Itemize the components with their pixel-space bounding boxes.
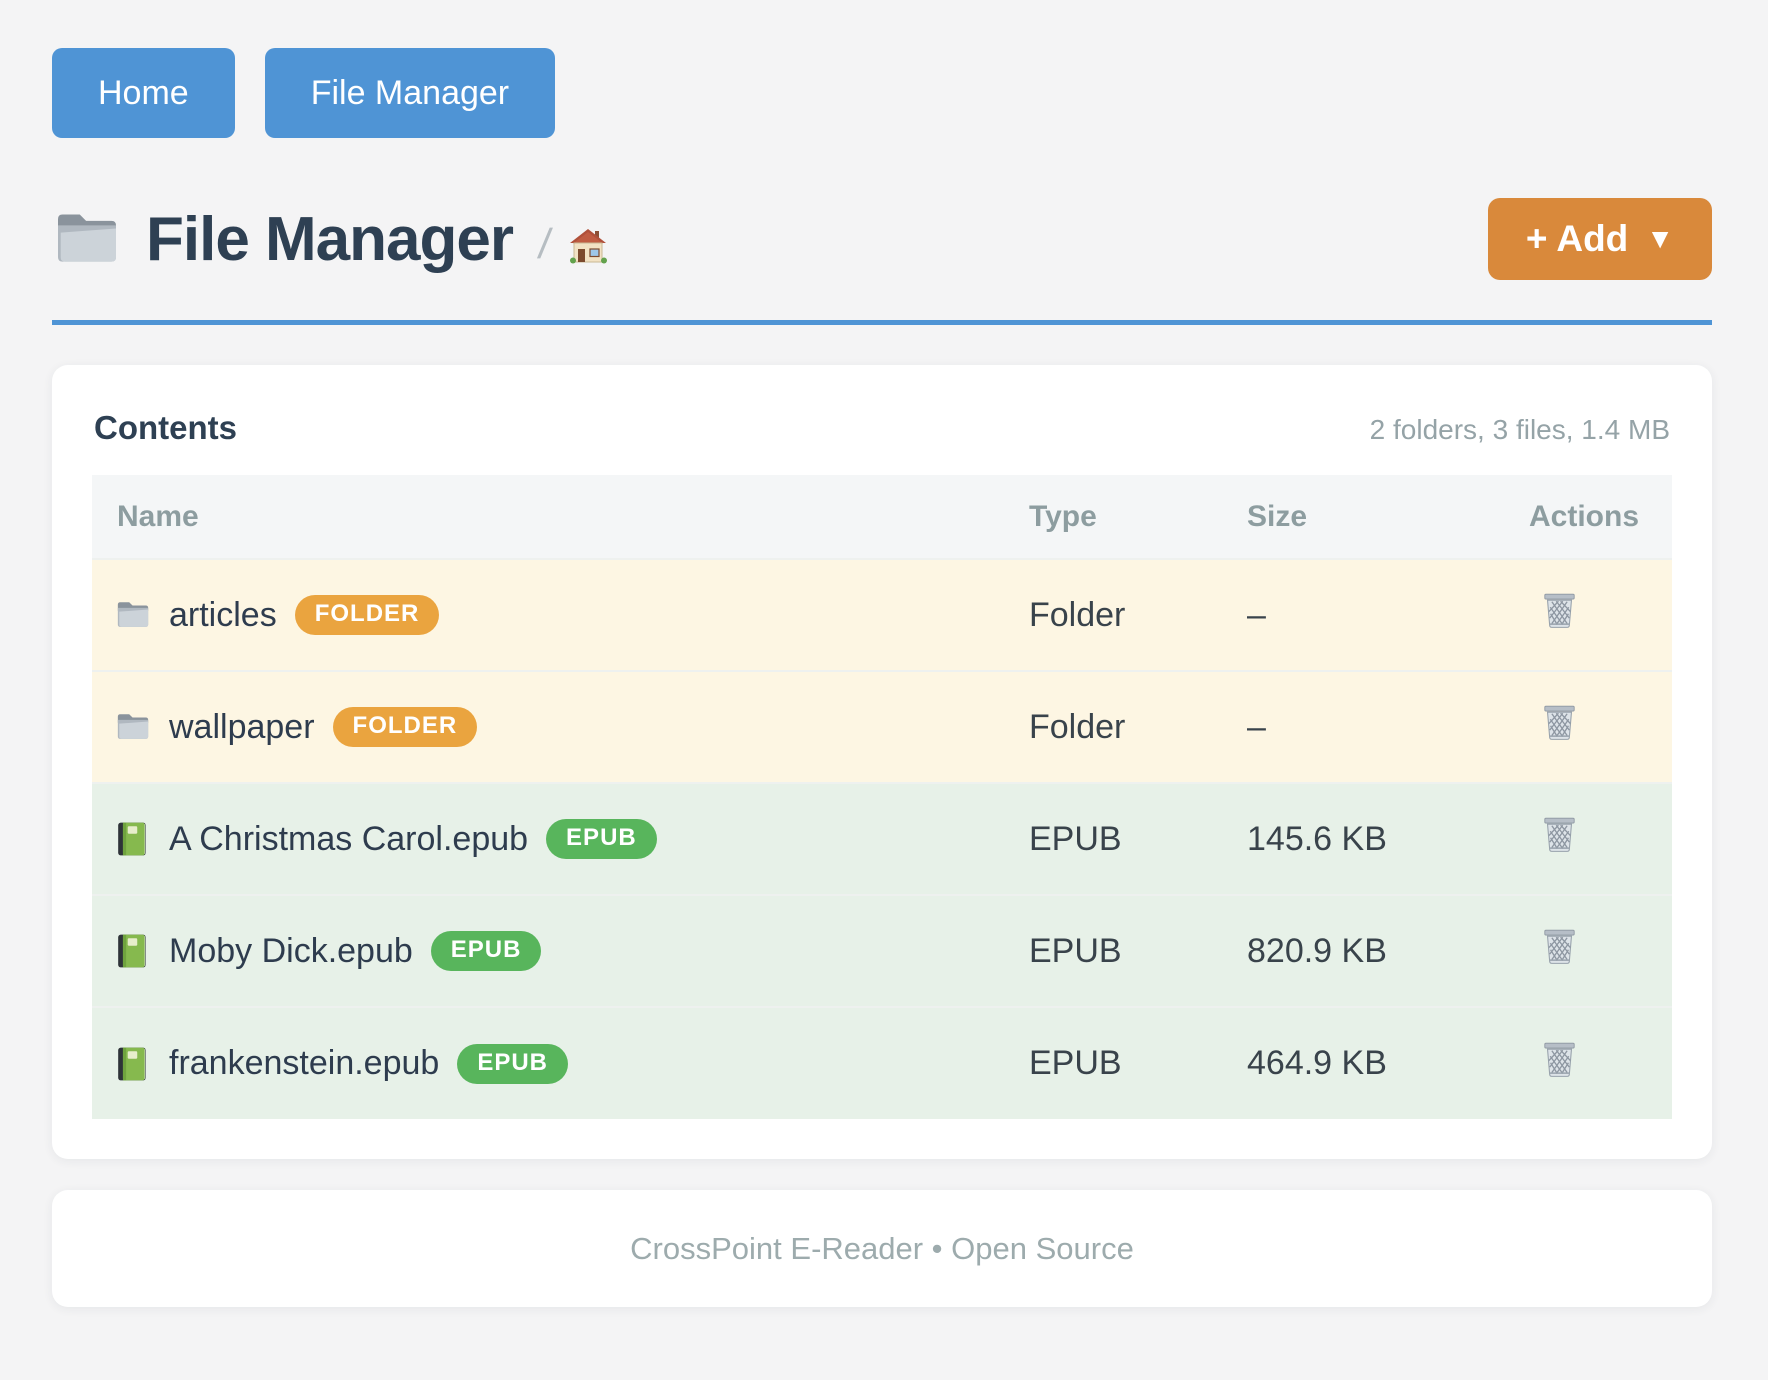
table-row[interactable]: wallpaper FOLDER Folder – [92,671,1672,783]
folder-icon [115,709,151,745]
type-cell: Folder [1029,671,1247,783]
trash-icon [1542,816,1577,853]
column-header-actions: Actions [1529,475,1672,559]
top-nav: Home File Manager [0,0,1768,138]
page: Home File Manager File Manager / [0,0,1768,1380]
card-head: Contents 2 folders, 3 files, 1.4 MB [94,409,1670,447]
size-cell: 464.9 KB [1247,1007,1529,1119]
file-name-link[interactable]: articles [169,596,277,635]
file-name-link[interactable]: A Christmas Carol.epub [169,820,528,859]
delete-button[interactable] [1542,928,1577,965]
trash-icon [1542,592,1577,629]
name-cell: Moby Dick.epub EPUB [92,931,1029,971]
file-table: Name Type Size Actions [92,475,1672,1119]
table-row[interactable]: articles FOLDER Folder – [92,559,1672,671]
breadcrumb-home-icon[interactable] [569,228,607,264]
table-row[interactable]: A Christmas Carol.epub EPUB EPUB 145.6 K… [92,783,1672,895]
type-cell: EPUB [1029,895,1247,1007]
name-cell: frankenstein.epub EPUB [92,1044,1029,1084]
delete-button[interactable] [1542,592,1577,629]
type-badge: EPUB [457,1044,568,1084]
footer-text: CrossPoint E-Reader • Open Source [630,1231,1134,1267]
title-wrap: File Manager / [52,204,607,275]
trash-icon [1542,928,1577,965]
nav-file-manager-button[interactable]: File Manager [265,48,555,138]
type-badge: FOLDER [295,595,440,635]
name-cell: A Christmas Carol.epub EPUB [92,819,1029,859]
name-cell: articles FOLDER [92,595,1029,635]
page-header: File Manager / + Add ▼ [52,188,1712,290]
add-button-label: + Add [1526,218,1628,260]
type-cell: Folder [1029,559,1247,671]
add-button[interactable]: + Add ▼ [1488,198,1712,280]
size-cell: 145.6 KB [1247,783,1529,895]
contents-card: Contents 2 folders, 3 files, 1.4 MB Name… [52,365,1712,1159]
delete-button[interactable] [1542,1041,1577,1078]
trash-icon [1542,704,1577,741]
book-icon [115,933,151,969]
delete-button[interactable] [1542,816,1577,853]
size-cell: 820.9 KB [1247,895,1529,1007]
table-row[interactable]: frankenstein.epub EPUB EPUB 464.9 KB [92,1007,1672,1119]
nav-home-button[interactable]: Home [52,48,235,138]
contents-title: Contents [94,409,237,447]
title-divider [52,320,1712,325]
contents-summary: 2 folders, 3 files, 1.4 MB [1370,414,1670,446]
type-cell: EPUB [1029,1007,1247,1119]
type-badge: FOLDER [333,707,478,747]
table-row[interactable]: Moby Dick.epub EPUB EPUB 820.9 KB [92,895,1672,1007]
type-cell: EPUB [1029,783,1247,895]
column-header-name: Name [92,475,1029,559]
breadcrumb-separator: / [536,220,554,268]
column-header-type: Type [1029,475,1247,559]
size-cell: – [1247,671,1529,783]
size-cell: – [1247,559,1529,671]
file-name-link[interactable]: wallpaper [169,708,315,747]
book-icon [115,1046,151,1082]
file-name-link[interactable]: Moby Dick.epub [169,932,413,971]
type-badge: EPUB [546,819,657,859]
table-header-row: Name Type Size Actions [92,475,1672,559]
file-name-link[interactable]: frankenstein.epub [169,1044,439,1083]
caret-down-icon: ▼ [1646,223,1674,255]
delete-button[interactable] [1542,704,1577,741]
name-cell: wallpaper FOLDER [92,707,1029,747]
trash-icon [1542,1041,1577,1078]
page-title: File Manager [146,204,513,275]
column-header-size: Size [1247,475,1529,559]
folder-icon [52,210,122,268]
type-badge: EPUB [431,931,542,971]
book-icon [115,821,151,857]
folder-icon [115,597,151,633]
footer: CrossPoint E-Reader • Open Source [52,1190,1712,1307]
